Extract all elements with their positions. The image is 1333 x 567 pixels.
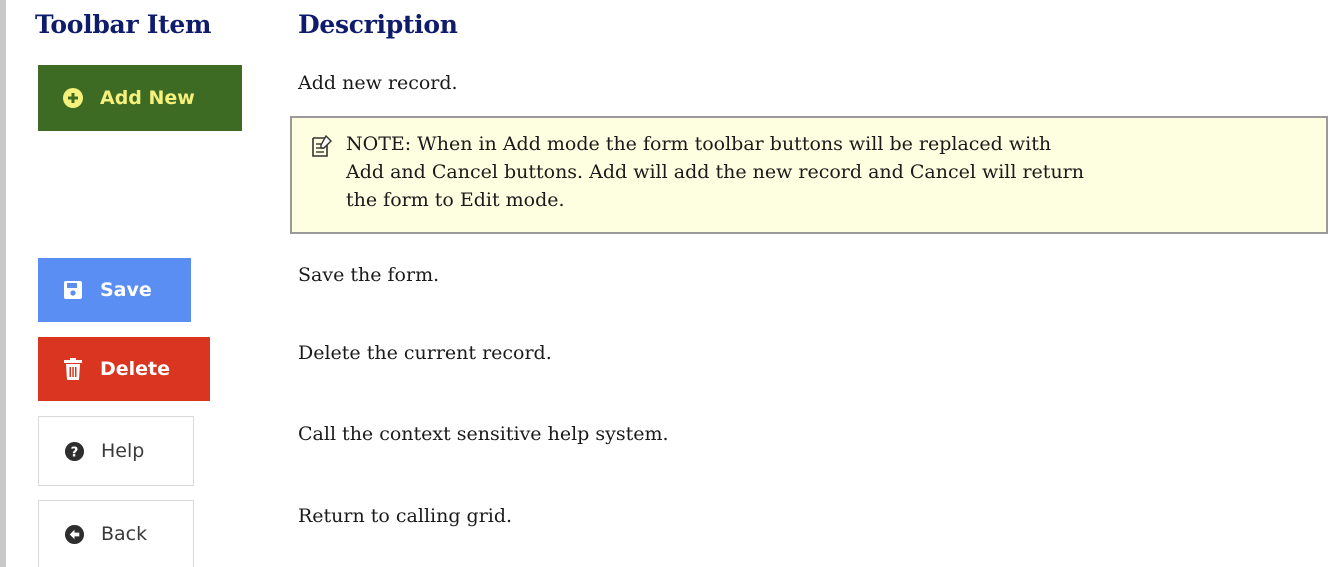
help-button[interactable]: ? Help [38, 416, 194, 486]
floppy-disk-icon [62, 279, 84, 301]
trash-icon [62, 358, 84, 380]
note-text: NOTE: When in Add mode the form toolbar … [346, 133, 1084, 211]
delete-button[interactable]: Delete [38, 337, 210, 401]
column-header-toolbar-item: Toolbar Item [35, 10, 212, 39]
note-box: NOTE: When in Add mode the form toolbar … [290, 116, 1328, 234]
help-label: Help [101, 440, 145, 462]
save-button[interactable]: Save [38, 258, 191, 322]
back-description: Return to calling grid. [298, 505, 513, 527]
add-new-button[interactable]: Add New [38, 65, 242, 131]
delete-label: Delete [100, 358, 171, 380]
question-circle-icon: ? [63, 440, 85, 462]
add-new-label: Add New [100, 87, 195, 109]
back-label: Back [101, 523, 148, 545]
column-header-description: Description [298, 10, 458, 39]
arrow-left-circle-icon [63, 523, 85, 545]
save-label: Save [100, 279, 152, 301]
back-button[interactable]: Back [38, 500, 194, 567]
svg-text:?: ? [70, 445, 78, 460]
left-border [0, 0, 6, 567]
add-new-description: Add new record. [298, 72, 458, 94]
plus-circle-icon [62, 87, 84, 109]
help-description: Call the context sensitive help system. [298, 423, 669, 445]
note-icon [311, 134, 333, 158]
delete-description: Delete the current record. [298, 342, 552, 364]
save-description: Save the form. [298, 264, 440, 286]
